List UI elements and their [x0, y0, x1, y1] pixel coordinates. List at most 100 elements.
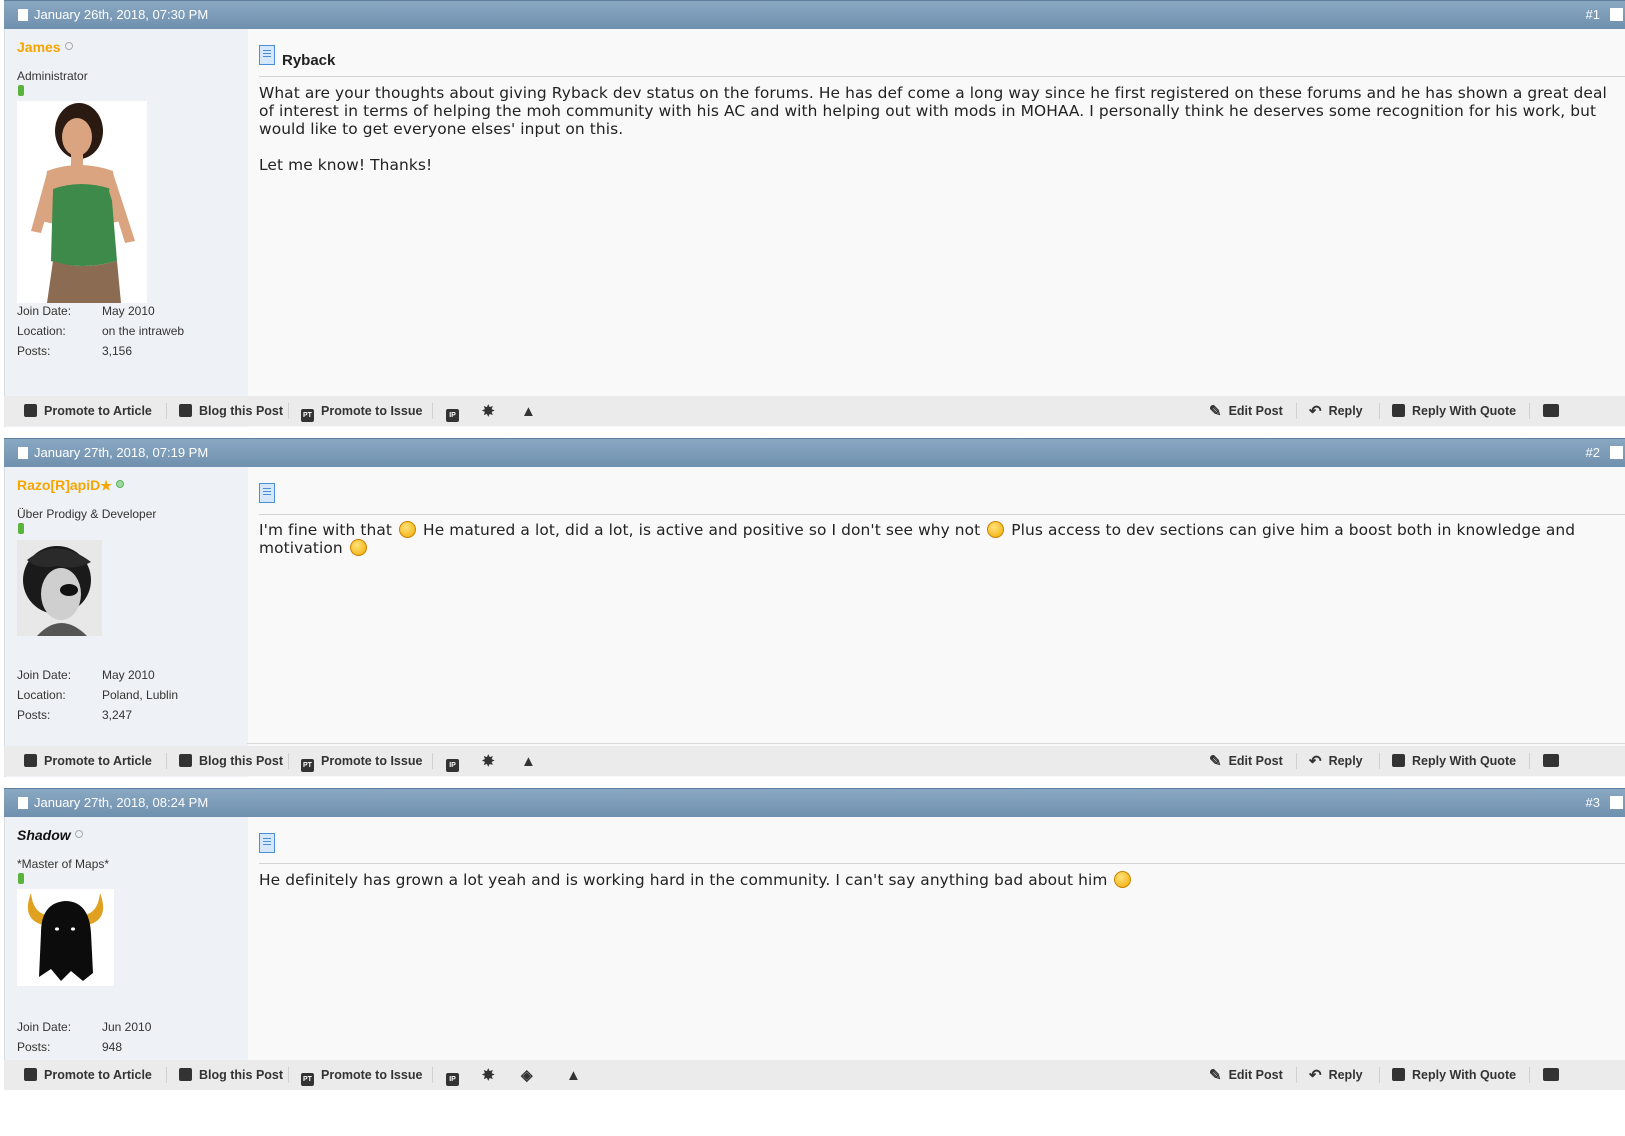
rate-button[interactable]: ✸ — [482, 746, 502, 776]
ip-button[interactable]: IP — [446, 746, 466, 776]
username-link[interactable]: James — [17, 39, 73, 55]
star-burst-icon: ✸ — [482, 753, 495, 770]
post-title-row: Ryback — [259, 29, 1625, 77]
reputation-icon — [18, 85, 24, 96]
smiley-icon — [349, 539, 367, 556]
promote-issue-button[interactable]: PT Promote to Issue — [301, 746, 422, 776]
thanks-button[interactable]: ◈ — [521, 1060, 540, 1090]
pt-icon: PT — [301, 759, 314, 772]
reply-quote-button[interactable]: Reply With Quote — [1392, 396, 1516, 426]
ip-button[interactable]: IP — [446, 1060, 466, 1090]
blog-post-button[interactable]: Blog this Post — [179, 396, 283, 426]
blog-post-button[interactable]: Blog this Post — [179, 1060, 283, 1090]
avatar[interactable] — [17, 889, 114, 986]
post-content: Ryback What are your thoughts about givi… — [259, 29, 1625, 174]
avatar[interactable] — [17, 101, 147, 303]
promote-article-button[interactable]: Promote to Article — [24, 396, 152, 426]
post-icon — [259, 45, 275, 65]
edit-post-button[interactable]: ✎ Edit Post — [1209, 1060, 1283, 1090]
article-icon — [24, 404, 37, 417]
multi-quote-icon — [1543, 754, 1559, 767]
reply-quote-button[interactable]: Reply With Quote — [1392, 1060, 1516, 1090]
post-date: January 27th, 2018, 08:24 PM — [34, 795, 209, 810]
report-button[interactable]: ▲ — [521, 396, 543, 426]
avatar[interactable] — [17, 540, 102, 636]
reply-arrow-icon: ↶ — [1309, 403, 1322, 420]
promote-article-button[interactable]: Promote to Article — [24, 746, 152, 776]
post-header: January 27th, 2018, 07:19 PM #2 — [4, 438, 1625, 467]
reply-arrow-icon: ↶ — [1309, 1067, 1322, 1084]
online-status-icon — [115, 480, 124, 488]
promote-issue-button[interactable]: PT Promote to Issue — [301, 1060, 422, 1090]
blog-icon — [179, 1068, 192, 1081]
blog-icon — [179, 404, 192, 417]
user-info-panel: Razo[R]apiD★ Über Prodigy & Developer Jo… — [4, 467, 248, 777]
post-message: He definitely has grown a lot yeah and i… — [259, 871, 1625, 889]
ip-icon: IP — [446, 409, 459, 422]
post-header: January 26th, 2018, 07:30 PM #1 — [4, 0, 1625, 29]
pencil-icon: ✎ — [1209, 1067, 1222, 1084]
user-stats: Join Date: Jun 2010 Posts: 948 — [17, 1020, 152, 1054]
post-select-checkbox[interactable] — [1610, 8, 1623, 21]
post-number-link[interactable]: #1 — [1586, 1, 1600, 29]
reputation-icon — [18, 523, 24, 534]
multi-quote-button[interactable] — [1543, 1060, 1566, 1090]
multi-quote-button[interactable] — [1543, 396, 1566, 426]
post-count: 948 — [102, 1040, 123, 1054]
document-icon — [18, 797, 28, 809]
post-number-link[interactable]: #2 — [1586, 439, 1600, 467]
reply-button[interactable]: ↶ Reply — [1309, 1060, 1363, 1090]
multi-quote-button[interactable] — [1543, 746, 1566, 776]
post-toolbar: Promote to Article Blog this Post PT Prom… — [4, 1060, 1625, 1090]
smiley-icon — [399, 521, 417, 538]
pt-icon: PT — [301, 409, 314, 422]
username-link[interactable]: Shadow — [17, 827, 83, 843]
join-date: Jun 2010 — [102, 1020, 152, 1034]
report-button[interactable]: ▲ — [566, 1060, 588, 1090]
join-date: May 2010 — [102, 668, 155, 682]
rate-button[interactable]: ✸ — [482, 1060, 502, 1090]
warning-icon: ▲ — [566, 1067, 581, 1084]
reply-button[interactable]: ↶ Reply — [1309, 746, 1363, 776]
location: on the intraweb — [102, 324, 185, 338]
multi-quote-icon — [1543, 1068, 1559, 1081]
star-burst-icon: ✸ — [482, 1067, 495, 1084]
post-title-row — [259, 817, 1625, 864]
ip-button[interactable]: IP — [446, 396, 466, 426]
blog-post-button[interactable]: Blog this Post — [179, 746, 283, 776]
post-2: January 27th, 2018, 07:19 PM #2 Razo[R]a… — [4, 438, 1625, 777]
post-1: January 26th, 2018, 07:30 PM #1 James Ad… — [4, 0, 1625, 427]
reply-quote-button[interactable]: Reply With Quote — [1392, 746, 1516, 776]
post-body: Razo[R]apiD★ Über Prodigy & Developer Jo… — [4, 467, 1625, 777]
post-select-checkbox[interactable] — [1610, 796, 1623, 809]
blog-icon — [179, 754, 192, 767]
post-content: He definitely has grown a lot yeah and i… — [259, 817, 1625, 889]
post-icon — [259, 833, 275, 853]
post-title-row — [259, 467, 1625, 515]
post-date: January 27th, 2018, 07:19 PM — [34, 445, 209, 460]
rate-button[interactable]: ✸ — [482, 396, 502, 426]
quote-icon — [1392, 754, 1405, 767]
star-icon: ★ — [100, 478, 112, 493]
quote-icon — [1392, 404, 1405, 417]
report-button[interactable]: ▲ — [521, 746, 543, 776]
post-count: 3,247 — [102, 708, 133, 722]
post-message: I'm fine with that He matured a lot, did… — [259, 521, 1581, 557]
promote-issue-button[interactable]: PT Promote to Issue — [301, 396, 422, 426]
reply-button[interactable]: ↶ Reply — [1309, 396, 1363, 426]
edit-post-button[interactable]: ✎ Edit Post — [1209, 396, 1283, 426]
article-icon — [24, 754, 37, 767]
user-stats: Join Date: May 2010 Location: Poland, Lubl… — [17, 668, 179, 722]
post-number-link[interactable]: #3 — [1586, 789, 1600, 817]
promote-article-button[interactable]: Promote to Article — [24, 1060, 152, 1090]
document-icon — [18, 447, 28, 459]
user-title: Über Prodigy & Developer — [17, 507, 157, 521]
post-select-checkbox[interactable] — [1610, 446, 1623, 459]
post-header: January 27th, 2018, 08:24 PM #3 — [4, 788, 1625, 817]
pt-icon: PT — [301, 1073, 314, 1086]
edit-post-button[interactable]: ✎ Edit Post — [1209, 746, 1283, 776]
post-body: Shadow *Master of Maps* Join Date: Jun 20… — [4, 817, 1625, 1061]
post-body: James Administrator Join Date: May 2010 L… — [4, 29, 1625, 427]
username-link[interactable]: Razo[R]apiD★ — [17, 477, 124, 494]
post-title: Ryback — [282, 52, 336, 69]
